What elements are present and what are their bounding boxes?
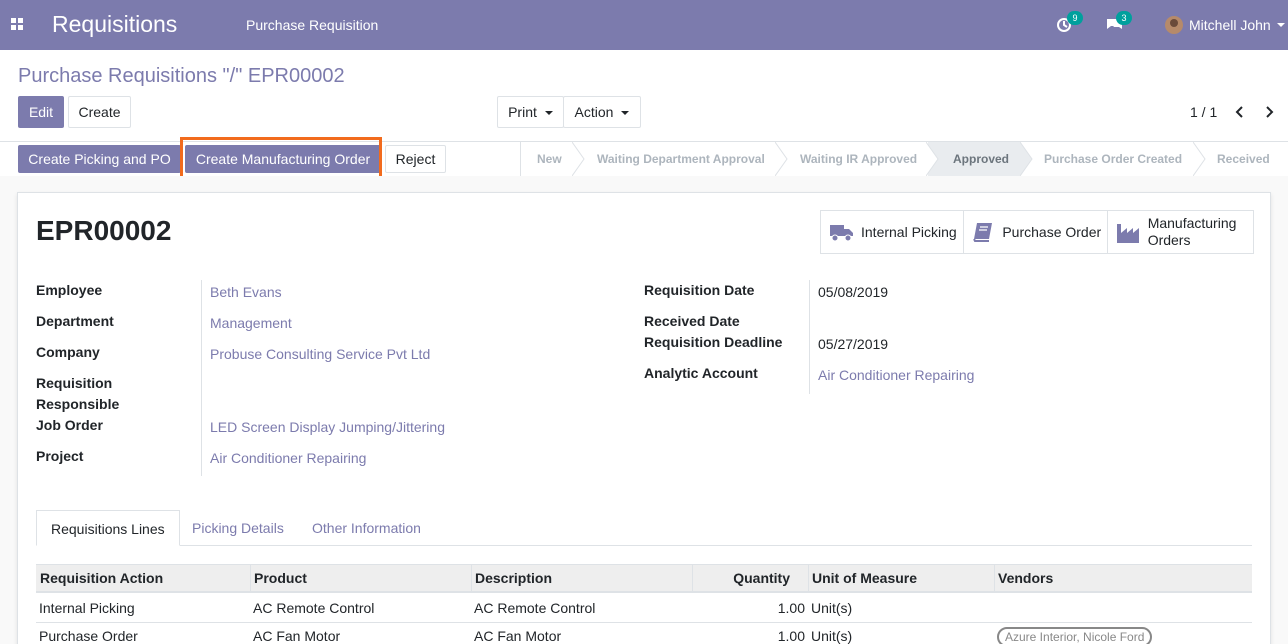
row1-product[interactable]: AC Remote Control: [253, 594, 374, 622]
stage-approved[interactable]: Approved: [953, 142, 1009, 176]
column-description[interactable]: Description: [475, 564, 552, 593]
chevron-left-icon[interactable]: [1233, 104, 1247, 120]
row2-quantity[interactable]: 1.00: [694, 622, 805, 644]
top-navbar: Requisitions Purchase Requisition 9 3 Mi…: [0, 0, 1288, 50]
edit-button[interactable]: Edit: [18, 96, 64, 128]
requisition-deadline-value: 05/27/2019: [818, 336, 889, 352]
column-unit-of-measure[interactable]: Unit of Measure: [812, 564, 917, 593]
purchase-order-label: Purchase Order: [1002, 224, 1102, 240]
stage-arrow-icon: [926, 142, 939, 176]
company-value[interactable]: Probuse Consulting Service Pvt Ltd: [210, 346, 430, 362]
stage-arrow-icon: [572, 142, 585, 176]
responsible-label-line1: Requisition: [36, 375, 113, 391]
analytic-account-label: Analytic Account: [644, 365, 758, 381]
analytic-account-value[interactable]: Air Conditioner Repairing: [818, 367, 974, 383]
requisition-date-value: 05/08/2019: [818, 284, 889, 300]
job-order-label: Job Order: [36, 417, 103, 433]
stage-purchase-order-created[interactable]: Purchase Order Created: [1044, 142, 1182, 176]
internal-picking-smart-button[interactable]: Internal Picking: [821, 211, 965, 253]
user-name: Mitchell John: [1189, 17, 1271, 33]
manufacturing-label-line1: Manufacturing: [1147, 215, 1237, 231]
messages-badge: 3: [1116, 11, 1132, 25]
chevron-down-icon: [544, 111, 553, 116]
purchase-order-smart-button[interactable]: Purchase Order: [964, 211, 1108, 253]
department-value[interactable]: Management: [210, 315, 292, 331]
stage-waiting-ir-approved[interactable]: Waiting IR Approved: [800, 142, 917, 176]
vendor-tag[interactable]: Azure Interior, Nicole Ford: [997, 627, 1153, 644]
column-vendors[interactable]: Vendors: [998, 564, 1053, 593]
requisition-deadline-label: Requisition Deadline: [644, 334, 783, 350]
record-name: EPR00002: [36, 215, 172, 246]
column-quantity[interactable]: Quantity: [692, 564, 790, 593]
row1-description[interactable]: AC Remote Control: [474, 594, 595, 622]
responsible-label-line2: Responsible: [36, 396, 120, 412]
manufacturing-orders-smart-button[interactable]: Manufacturing Orders: [1108, 211, 1253, 253]
column-divider: [808, 564, 809, 593]
create-button[interactable]: Create: [68, 96, 131, 128]
project-value[interactable]: Air Conditioner Repairing: [210, 450, 366, 466]
app-title[interactable]: Requisitions: [52, 11, 177, 38]
row2-product[interactable]: AC Fan Motor: [253, 622, 340, 644]
activity-badge: 9: [1067, 11, 1083, 25]
stage-arrow-icon: [1193, 142, 1206, 176]
tab-picking-details[interactable]: Picking Details: [178, 510, 298, 546]
project-label: Project: [36, 448, 84, 464]
create-picking-po-button[interactable]: Create Picking and PO: [18, 145, 181, 173]
activity-icon[interactable]: 9: [1056, 11, 1083, 36]
pager-value[interactable]: 1 / 1: [1190, 104, 1217, 120]
employee-value[interactable]: Beth Evans: [210, 284, 282, 300]
row2-uom[interactable]: Unit(s): [811, 622, 852, 644]
manufacturing-label-line2: Orders: [1147, 232, 1191, 248]
action-label: Action: [574, 104, 614, 120]
statusbar-stage-divider: [520, 142, 521, 176]
row-divider: [36, 622, 1252, 623]
book-icon: [973, 223, 993, 242]
requisition-date-label: Requisition Date: [644, 282, 755, 298]
internal-picking-label: Internal Picking: [861, 224, 957, 240]
column-divider: [471, 564, 472, 593]
row1-action[interactable]: Internal Picking: [39, 594, 135, 622]
stage-waiting-department-approval[interactable]: Waiting Department Approval: [597, 142, 765, 176]
action-dropdown[interactable]: Action: [563, 96, 641, 128]
company-label: Company: [36, 344, 100, 360]
stage-received[interactable]: Received: [1217, 142, 1270, 176]
breadcrumb[interactable]: Purchase Requisitions "/" EPR00002: [18, 65, 345, 88]
chevron-down-icon: [1276, 23, 1285, 27]
column-product[interactable]: Product: [254, 564, 307, 593]
job-order-value[interactable]: LED Screen Display Jumping/Jittering: [210, 419, 445, 435]
industry-icon: [1116, 224, 1139, 243]
table-header: [36, 564, 1252, 593]
reject-button[interactable]: Reject: [385, 145, 446, 173]
row2-description[interactable]: AC Fan Motor: [474, 622, 561, 644]
row1-uom[interactable]: Unit(s): [811, 594, 852, 622]
stage-arrow-icon: [775, 142, 788, 176]
column-divider: [994, 564, 995, 593]
column-requisition-action[interactable]: Requisition Action: [40, 564, 163, 593]
employee-label: Employee: [36, 282, 103, 298]
department-label: Department: [36, 313, 114, 329]
messages-icon[interactable]: 3: [1105, 11, 1132, 36]
field-divider: [809, 280, 810, 394]
row1-quantity[interactable]: 1.00: [694, 594, 805, 622]
stage-new[interactable]: New: [537, 142, 562, 176]
truck-icon: [830, 225, 853, 242]
tab-requisitions-lines[interactable]: Requisitions Lines: [36, 510, 180, 546]
field-divider: [201, 280, 202, 476]
avatar: [1165, 16, 1183, 34]
print-label: Print: [508, 104, 537, 120]
menu-purchase-requisition[interactable]: Purchase Requisition: [246, 17, 378, 33]
tab-other-information[interactable]: Other Information: [298, 510, 435, 546]
print-dropdown[interactable]: Print: [497, 96, 564, 128]
column-divider: [250, 564, 251, 593]
user-menu[interactable]: Mitchell John: [1165, 15, 1285, 35]
chevron-down-icon: [621, 111, 630, 116]
stage-arrow-icon: [1020, 142, 1033, 176]
row2-action[interactable]: Purchase Order: [39, 622, 138, 644]
chevron-right-icon[interactable]: [1262, 104, 1276, 120]
apps-menu-icon[interactable]: [11, 18, 24, 31]
received-date-label: Received Date: [644, 313, 740, 329]
smart-buttons: Internal Picking Purchase Order Manufact…: [820, 210, 1254, 254]
manufacturing-orders-label: Manufacturing Orders: [1148, 215, 1237, 249]
